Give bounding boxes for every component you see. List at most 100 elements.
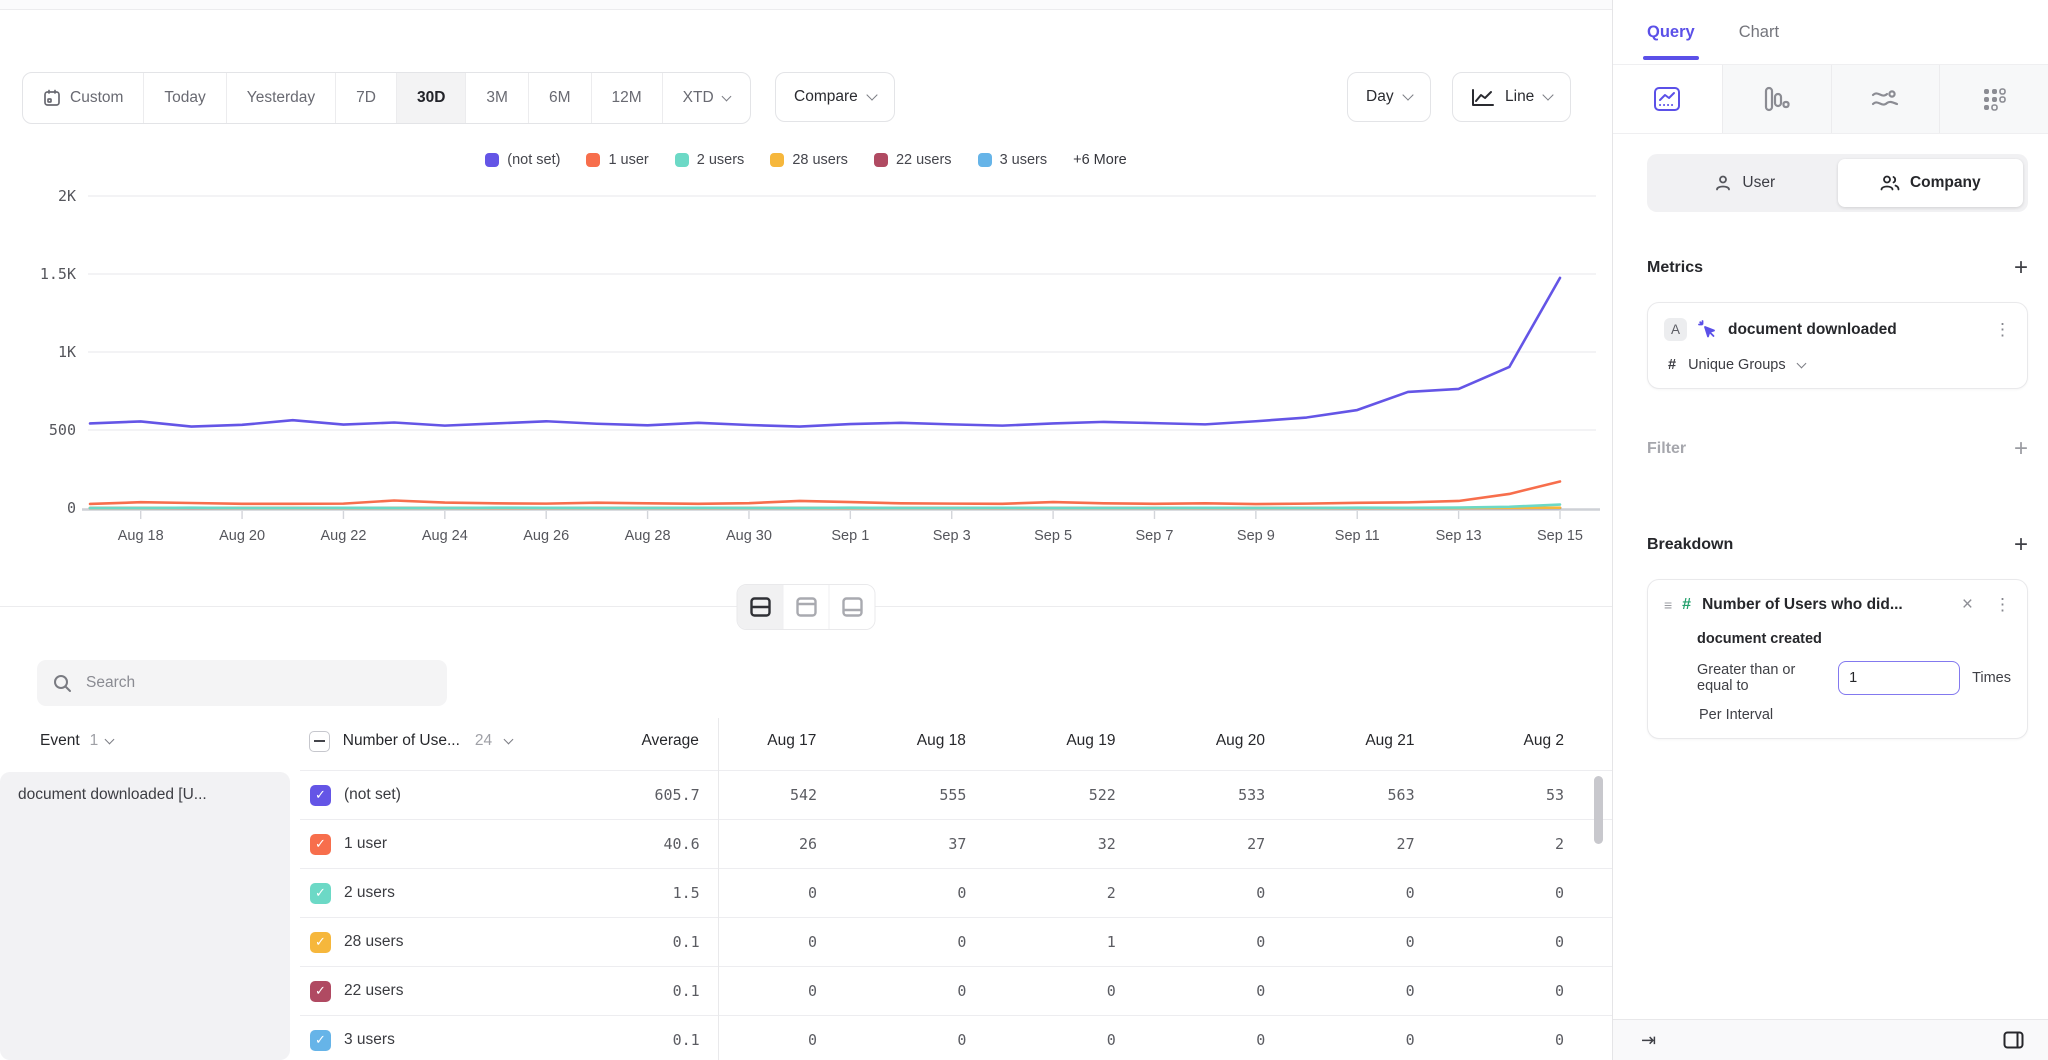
column-divider xyxy=(718,718,719,1060)
series-label: 22 users xyxy=(344,982,403,1000)
series-checkbox[interactable]: ✓ xyxy=(310,932,331,953)
group-toggle: User Company xyxy=(1647,154,2028,212)
range-label: 30D xyxy=(417,89,445,107)
cell-value: 0 xyxy=(1164,1031,1313,1049)
event-row[interactable]: document downloaded [U... xyxy=(0,772,290,1060)
search-icon xyxy=(53,674,72,693)
x-axis-label: Aug 30 xyxy=(726,528,772,544)
breakdown-card[interactable]: ≡ # Number of Users who did... × ⋮ docum… xyxy=(1647,579,2028,739)
series-checkbox[interactable]: ✓ xyxy=(310,1030,331,1051)
interval-button[interactable]: Day xyxy=(1347,72,1431,122)
search-input[interactable] xyxy=(84,673,431,693)
series-checkbox[interactable]: ✓ xyxy=(310,981,331,1002)
chart-type-bar-button[interactable] xyxy=(1722,65,1831,133)
layout-split-button[interactable] xyxy=(738,585,783,629)
layout-bottom-icon xyxy=(839,596,865,618)
series-line-1-user[interactable] xyxy=(90,481,1560,504)
x-axis-label: Sep 7 xyxy=(1136,528,1174,544)
date-column-header[interactable]: Aug 21 xyxy=(1313,732,1463,750)
range-12m-button[interactable]: 12M xyxy=(591,73,662,123)
event-column-header[interactable]: Event 1 xyxy=(0,732,299,750)
toggle-company[interactable]: Company xyxy=(1838,159,2024,207)
search-box[interactable] xyxy=(37,660,447,706)
tab-chart[interactable]: Chart xyxy=(1739,0,1779,64)
cell-value: 555 xyxy=(865,786,1014,804)
y-axis-label: 0 xyxy=(67,499,76,517)
add-filter-button[interactable]: + xyxy=(2014,437,2028,461)
series-checkbox[interactable]: ✓ xyxy=(310,883,331,904)
range-label: 3M xyxy=(486,89,508,107)
metric-card[interactable]: A document downloaded ⋮ # Unique Groups xyxy=(1647,302,2028,389)
select-all-checkbox[interactable] xyxy=(309,731,330,752)
date-column-header[interactable]: Aug 20 xyxy=(1163,732,1313,750)
panel-toggle-icon[interactable] xyxy=(2003,1031,2024,1049)
cell-value: 0 xyxy=(1014,1031,1163,1049)
date-column-header[interactable]: Aug 19 xyxy=(1014,732,1164,750)
line-chart-icon xyxy=(1471,88,1495,107)
range-label: Yesterday xyxy=(247,89,315,107)
average-value: 40.6 xyxy=(559,835,716,853)
table-row[interactable]: ✓(not set)605.754255552253356353 xyxy=(300,771,1612,820)
add-breakdown-button[interactable]: + xyxy=(2014,533,2028,557)
breakdown-event-name: document created xyxy=(1697,631,2011,647)
cell-value: 0 xyxy=(1313,884,1462,902)
threshold-input[interactable] xyxy=(1838,661,1960,695)
table-row[interactable]: ✓22 users0.1000000 xyxy=(300,967,1612,1016)
range-today-button[interactable]: Today xyxy=(143,73,225,123)
chart-type-line-button[interactable] xyxy=(1613,65,1722,133)
kebab-menu-icon[interactable]: ⋮ xyxy=(1994,321,2011,338)
collapse-sidebar-icon[interactable]: ⇥ xyxy=(1641,1030,1656,1051)
chart-type-scatter-button[interactable] xyxy=(1939,65,2048,133)
range-label: 12M xyxy=(612,89,642,107)
table-row[interactable]: ✓28 users0.1001000 xyxy=(300,918,1612,967)
range-7d-button[interactable]: 7D xyxy=(335,73,396,123)
cell-value: 0 xyxy=(865,1031,1014,1049)
series-checkbox[interactable]: ✓ xyxy=(310,785,331,806)
measure-selector[interactable]: Unique Groups xyxy=(1688,357,1786,373)
table-row[interactable]: ✓1 user40.626373227272 xyxy=(300,820,1612,869)
range-3m-button[interactable]: 3M xyxy=(465,73,528,123)
flow-chart-icon xyxy=(1871,87,1899,111)
person-icon xyxy=(1714,174,1732,192)
range-label: Today xyxy=(164,89,205,107)
breakdown-title: Number of Users who did... xyxy=(1702,596,1951,614)
cell-value: 522 xyxy=(1014,786,1163,804)
chart-type-flow-button[interactable] xyxy=(1831,65,1940,133)
table-row[interactable]: ✓3 users0.1000000 xyxy=(300,1016,1612,1060)
average-value: 0.1 xyxy=(559,933,716,951)
breakdown-column-header[interactable]: Number of Use... 24 xyxy=(299,731,558,752)
range-xtd-button[interactable]: XTD xyxy=(662,73,750,123)
tab-query[interactable]: Query xyxy=(1647,0,1695,64)
series-checkbox[interactable]: ✓ xyxy=(310,834,331,855)
cell-value: 32 xyxy=(1014,835,1163,853)
add-metric-button[interactable]: + xyxy=(2014,256,2028,280)
toggle-user[interactable]: User xyxy=(1652,159,1838,207)
cell-value: 0 xyxy=(716,884,865,902)
table-row[interactable]: ✓2 users1.5002000 xyxy=(300,869,1612,918)
range-yesterday-button[interactable]: Yesterday xyxy=(226,73,335,123)
series-line-2-users[interactable] xyxy=(90,505,1560,508)
range-custom-button[interactable]: Custom xyxy=(23,73,143,123)
event-click-icon xyxy=(1698,320,1717,339)
x-axis-label: Aug 20 xyxy=(219,528,265,544)
compare-button[interactable]: Compare xyxy=(775,72,895,122)
vertical-scrollbar[interactable] xyxy=(1594,776,1603,844)
date-column-header[interactable]: Aug 2 xyxy=(1462,732,1612,750)
line-chart[interactable]: 05001K1.5K2KAug 18Aug 20Aug 22Aug 24Aug … xyxy=(0,130,1612,560)
average-column-header[interactable]: Average xyxy=(558,732,715,750)
layout-top-button[interactable] xyxy=(783,585,829,629)
average-value: 0.1 xyxy=(559,1031,716,1049)
chevron-down-icon xyxy=(1402,89,1413,100)
metric-event-name: document downloaded xyxy=(1728,321,1983,339)
date-column-header[interactable]: Aug 18 xyxy=(864,732,1014,750)
close-icon[interactable]: × xyxy=(1962,595,1973,614)
cell-value: 2 xyxy=(1463,835,1612,853)
kebab-menu-icon[interactable]: ⋮ xyxy=(1994,596,2011,613)
range-6m-button[interactable]: 6M xyxy=(528,73,591,123)
drag-handle-icon[interactable]: ≡ xyxy=(1664,597,1671,613)
range-label: 6M xyxy=(549,89,571,107)
range-30d-button[interactable]: 30D xyxy=(396,73,465,123)
layout-bottom-button[interactable] xyxy=(829,585,875,629)
chart-type-button[interactable]: Line xyxy=(1452,72,1571,122)
date-column-header[interactable]: Aug 17 xyxy=(715,732,865,750)
